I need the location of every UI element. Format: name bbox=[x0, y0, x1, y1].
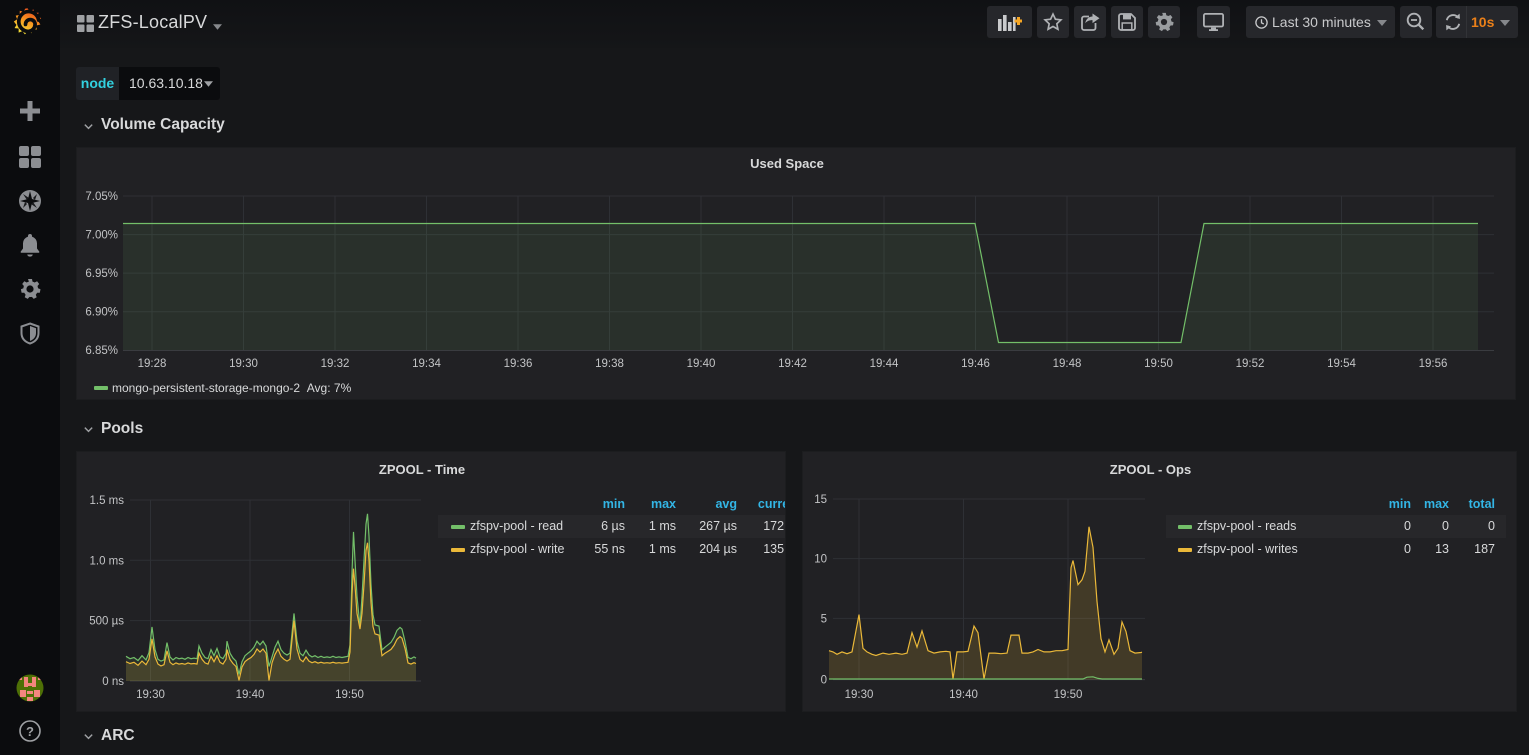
svg-text:19:46: 19:46 bbox=[961, 358, 990, 370]
svg-text:19:50: 19:50 bbox=[335, 689, 364, 701]
svg-text:6.90%: 6.90% bbox=[85, 307, 118, 319]
svg-text:19:42: 19:42 bbox=[778, 358, 807, 370]
svg-text:10: 10 bbox=[814, 554, 827, 566]
svg-text:6.85%: 6.85% bbox=[85, 345, 118, 357]
svg-text:5: 5 bbox=[821, 613, 827, 625]
svg-text:0 ns: 0 ns bbox=[102, 676, 124, 688]
svg-text:1.5 ms: 1.5 ms bbox=[89, 495, 124, 507]
svg-text:6.95%: 6.95% bbox=[85, 268, 118, 280]
svg-text:19:48: 19:48 bbox=[1053, 358, 1082, 370]
svg-text:19:28: 19:28 bbox=[138, 358, 167, 370]
svg-text:19:30: 19:30 bbox=[136, 689, 165, 701]
svg-text:1.0 ms: 1.0 ms bbox=[89, 555, 124, 567]
svg-text:19:32: 19:32 bbox=[321, 358, 350, 370]
svg-text:19:38: 19:38 bbox=[595, 358, 624, 370]
svg-text:19:30: 19:30 bbox=[229, 358, 258, 370]
svg-text:19:40: 19:40 bbox=[236, 689, 265, 701]
svg-text:?: ? bbox=[26, 724, 34, 739]
svg-text:19:40: 19:40 bbox=[687, 358, 716, 370]
svg-text:19:30: 19:30 bbox=[845, 689, 874, 701]
svg-text:7.05%: 7.05% bbox=[85, 191, 118, 203]
svg-text:19:52: 19:52 bbox=[1236, 358, 1265, 370]
svg-text:500 µs: 500 µs bbox=[89, 616, 124, 628]
svg-text:7.00%: 7.00% bbox=[85, 230, 118, 242]
svg-text:19:50: 19:50 bbox=[1144, 358, 1173, 370]
svg-text:19:44: 19:44 bbox=[870, 358, 899, 370]
svg-text:19:40: 19:40 bbox=[949, 689, 978, 701]
svg-text:0: 0 bbox=[821, 675, 827, 687]
svg-text:19:34: 19:34 bbox=[412, 358, 441, 370]
svg-text:19:56: 19:56 bbox=[1419, 358, 1448, 370]
svg-text:19:50: 19:50 bbox=[1054, 689, 1083, 701]
svg-text:15: 15 bbox=[814, 494, 827, 506]
svg-text:19:36: 19:36 bbox=[504, 358, 533, 370]
svg-text:19:54: 19:54 bbox=[1327, 358, 1356, 370]
